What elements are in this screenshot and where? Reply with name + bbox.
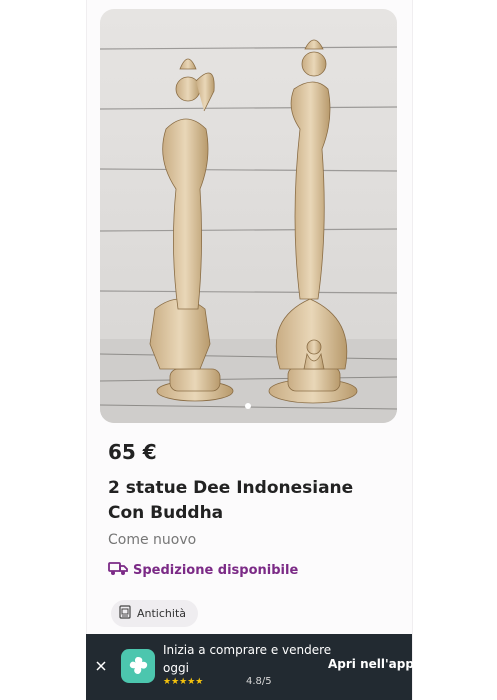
app-logo-icon (121, 649, 155, 683)
listing-photo[interactable] (100, 9, 397, 423)
category-chip-label: Antichità (137, 607, 186, 620)
carousel-dot-active[interactable] (245, 403, 251, 409)
category-chip[interactable]: Antichità (111, 600, 198, 627)
app-rating: 4.8/5 (246, 676, 272, 687)
shipping-info: Spedizione disponibile (108, 560, 298, 580)
listing-title: 2 statue Dee Indonesiane Con Buddha (108, 478, 354, 523)
rating-stars-icon: ★★★★★ (163, 677, 204, 687)
truck-icon (108, 560, 128, 580)
shipping-label: Spedizione disponibile (133, 562, 299, 578)
banner-promo-text: Inizia a comprare e vendere oggi (163, 643, 332, 675)
close-icon[interactable] (95, 657, 107, 671)
listing-price: 65 € (108, 440, 157, 464)
category-icon (119, 605, 131, 622)
open-in-app-button[interactable]: Apri nell'app (328, 657, 414, 671)
listing-condition: Come nuovo (108, 532, 197, 548)
